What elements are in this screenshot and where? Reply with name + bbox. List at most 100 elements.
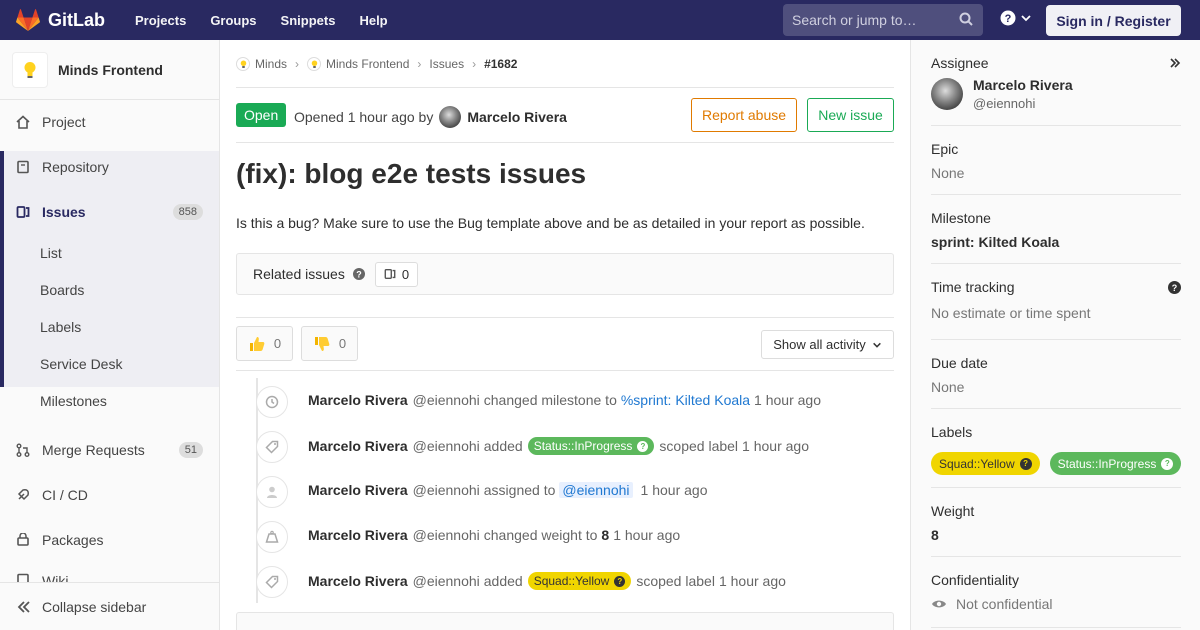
note-handle[interactable]: @eiennohi — [413, 527, 480, 543]
label-squad-yellow[interactable]: Squad::Yellow? — [527, 572, 632, 590]
sidebar-subitem-list[interactable]: List — [40, 245, 62, 261]
note-handle[interactable]: @eiennohi — [413, 438, 480, 454]
note-handle[interactable]: @eiennohi — [413, 482, 480, 498]
note-handle[interactable]: @eiennohi — [413, 392, 480, 408]
activity-filter-label: Show all activity — [773, 337, 866, 352]
confidentiality-section: Confidentiality Not confidential — [931, 572, 1181, 612]
note-author[interactable]: Marcelo Rivera — [308, 573, 408, 589]
milestone-value[interactable]: sprint: Kilted Koala — [931, 234, 1181, 250]
note-author[interactable]: Marcelo Rivera — [308, 438, 408, 454]
assignee-avatar[interactable] — [931, 78, 963, 110]
time-tracking-value: No estimate or time spent — [931, 305, 1091, 321]
sidebar-item-issues[interactable]: Issues 858 — [0, 190, 219, 234]
labels-section: Labels Squad::Yellow? Status::InProgress… — [931, 424, 1182, 475]
weight-section: Weight 8 — [931, 503, 1181, 543]
label-status-inprogress[interactable]: Status::InProgress? — [527, 437, 655, 455]
breadcrumb-minds-frontend[interactable]: Minds Frontend — [326, 57, 409, 71]
nav-groups[interactable]: Groups — [210, 13, 256, 28]
label-status-inprogress[interactable]: Status::InProgress? — [1049, 452, 1182, 475]
note-author[interactable]: Marcelo Rivera — [308, 527, 408, 543]
sidebar-subitem-milestones[interactable]: Milestones — [40, 393, 107, 409]
note-author[interactable]: Marcelo Rivera — [308, 482, 408, 498]
thumbs-up-button[interactable]: 0 — [236, 326, 293, 361]
author-avatar[interactable] — [439, 106, 462, 128]
sidebar-item-merge-requests[interactable]: Merge Requests 51 — [0, 428, 219, 472]
thumbs-down-count: 0 — [338, 336, 347, 351]
breadcrumb-issues[interactable]: Issues — [429, 57, 464, 71]
weight-icon — [256, 521, 288, 553]
sidebar-item-packages[interactable]: Packages — [0, 518, 219, 562]
breadcrumb-separator-icon: › — [417, 57, 422, 71]
sidebar-subitem-boards[interactable]: Boards — [40, 282, 84, 298]
note-suffix: scoped label — [659, 438, 739, 454]
chevron-down-icon — [872, 342, 881, 348]
gitlab-logo[interactable]: GitLab — [16, 9, 105, 31]
sidebar-item-ci-cd[interactable]: CI / CD — [0, 473, 219, 517]
breadcrumb-separator-icon: › — [472, 57, 477, 71]
epic-heading: Epic — [931, 141, 959, 157]
breadcrumb-separator-icon: › — [295, 57, 300, 71]
breadcrumb-minds[interactable]: Minds — [255, 57, 287, 71]
search-input[interactable]: Search or jump to… — [783, 4, 983, 36]
related-issues-count[interactable]: 0 — [374, 261, 419, 287]
note-handle[interactable]: @eiennohi — [413, 573, 480, 589]
due-date-section: Due date None — [931, 355, 1181, 395]
thumbs-down-button[interactable]: 0 — [301, 326, 358, 361]
user-mention[interactable]: @eiennohi — [559, 482, 633, 498]
svg-text:?: ? — [1005, 13, 1012, 25]
project-avatar — [307, 57, 322, 71]
sidebar-item-wiki[interactable]: Wiki — [0, 563, 219, 583]
sign-in-button[interactable]: Sign in / Register — [1046, 5, 1181, 36]
eye-icon — [932, 600, 946, 608]
question-icon[interactable]: ? — [1168, 281, 1181, 294]
sidebar-item-project[interactable]: Project — [0, 100, 219, 144]
double-chevron-left-icon — [17, 600, 30, 613]
project-avatar — [12, 51, 48, 88]
note-action: added — [483, 573, 523, 589]
milestone-section: Milestone sprint: Kilted Koala — [931, 210, 1181, 250]
time-tracking-section: Time tracking ? No estimate or time spen… — [931, 279, 1181, 321]
merge-request-icon — [16, 443, 30, 457]
note-time: 1 hour ago — [742, 438, 809, 454]
sidebar-subitem-labels[interactable]: Labels — [40, 319, 81, 335]
nav-help[interactable]: Help — [359, 13, 387, 28]
activity-filter-dropdown[interactable]: Show all activity — [761, 330, 894, 359]
weight-value: 8 — [601, 527, 610, 543]
new-issue-button[interactable]: New issue — [807, 98, 894, 132]
system-note: Marcelo Rivera @eiennohi changed milesto… — [256, 386, 821, 418]
divider — [236, 317, 894, 318]
comment-form[interactable] — [236, 612, 894, 630]
assignee-heading: Assignee — [931, 55, 989, 71]
divider — [931, 263, 1181, 264]
user-icon — [256, 476, 288, 508]
label-squad-yellow[interactable]: Squad::Yellow? — [931, 452, 1040, 475]
issue-meta: Opened 1 hour ago by Marcelo Rivera — [294, 106, 567, 128]
nav-snippets[interactable]: Snippets — [281, 13, 336, 28]
project-header[interactable]: Minds Frontend — [0, 40, 219, 100]
milestone-link[interactable]: %sprint: Kilted Koala — [621, 392, 750, 408]
question-icon[interactable]: ? — [352, 268, 365, 280]
thumbs-down-icon — [314, 336, 330, 351]
tag-icon — [256, 566, 288, 598]
sidebar-item-label: Repository — [42, 159, 109, 175]
report-abuse-button[interactable]: Report abuse — [691, 98, 797, 132]
system-note: Marcelo Rivera @eiennohi added Squad::Ye… — [256, 566, 786, 598]
tag-icon — [256, 431, 288, 463]
breadcrumb-current-issue[interactable]: #1682 — [484, 57, 517, 71]
due-date-value: None — [931, 379, 965, 395]
sidebar-subitem-service-desk[interactable]: Service Desk — [40, 356, 122, 372]
related-issues-label: Related issues — [253, 266, 345, 282]
note-author[interactable]: Marcelo Rivera — [308, 392, 408, 408]
confidentiality-status: Not confidential — [931, 596, 1181, 612]
collapse-sidebar-label: Collapse sidebar — [42, 598, 147, 615]
collapse-sidebar-button[interactable]: Collapse sidebar — [0, 582, 219, 630]
author-name[interactable]: Marcelo Rivera — [467, 109, 567, 125]
related-issues-count-value: 0 — [401, 266, 410, 282]
opened-text: Opened 1 hour ago by — [294, 109, 434, 125]
double-chevron-right-icon[interactable] — [1169, 57, 1181, 69]
issues-icon — [16, 206, 30, 218]
help-dropdown-button[interactable]: ? — [1000, 10, 1032, 26]
assignee-name[interactable]: Marcelo Rivera — [973, 77, 1073, 93]
sidebar-item-repository[interactable]: Repository — [0, 145, 219, 189]
nav-projects[interactable]: Projects — [135, 13, 186, 28]
